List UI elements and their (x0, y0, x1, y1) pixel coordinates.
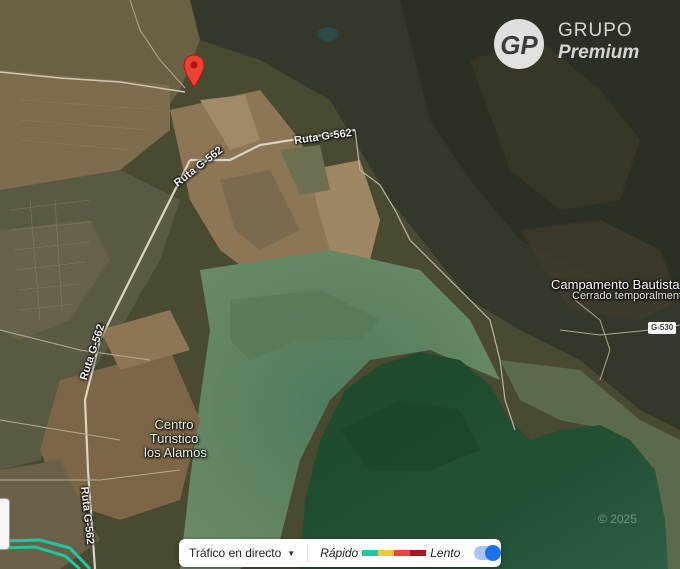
place-label-center[interactable]: Centro Turistico los Alamos (144, 417, 207, 460)
traffic-dropdown[interactable]: Tráfico en directo ▼ (179, 546, 295, 560)
traffic-toggle-switch[interactable] (474, 545, 502, 561)
map-side-control[interactable] (0, 498, 10, 550)
route-shield: G-530 (648, 322, 677, 334)
chevron-down-icon: ▼ (287, 548, 296, 558)
watermark-line1: GRUPO (558, 20, 633, 41)
traffic-fast-label: Rápido (320, 546, 359, 560)
watermark: GP GRUPO Premium (492, 16, 662, 72)
watermark-line2: Premium (558, 42, 640, 63)
traffic-legend: Tráfico en directo ▼ Rápido Lento (179, 539, 502, 567)
traffic-color-swatch (410, 550, 427, 556)
place-label-line: los Alamos (144, 445, 207, 460)
traffic-color-scale (362, 550, 427, 556)
traffic-dropdown-label: Tráfico en directo (189, 546, 282, 560)
map-copyright: © 2025 (598, 512, 637, 526)
place-label-line: Centro (154, 417, 194, 432)
traffic-color-swatch (362, 550, 379, 556)
traffic-color-swatch (394, 550, 411, 556)
toggle-knob (485, 545, 502, 561)
location-pin-icon[interactable] (183, 54, 205, 88)
grupo-premium-logo-icon: GP (494, 19, 544, 69)
divider (307, 544, 309, 562)
place-status: Cerrado temporalmente (572, 290, 680, 302)
map-view[interactable]: Ruta G-562 Ruta G-562 Ruta G-562 Ruta G-… (0, 0, 680, 569)
svg-text:GP: GP (500, 30, 538, 60)
traffic-slow-label: Lento (430, 546, 461, 560)
place-label-line: Turistico (149, 431, 199, 446)
traffic-color-swatch (378, 550, 395, 556)
